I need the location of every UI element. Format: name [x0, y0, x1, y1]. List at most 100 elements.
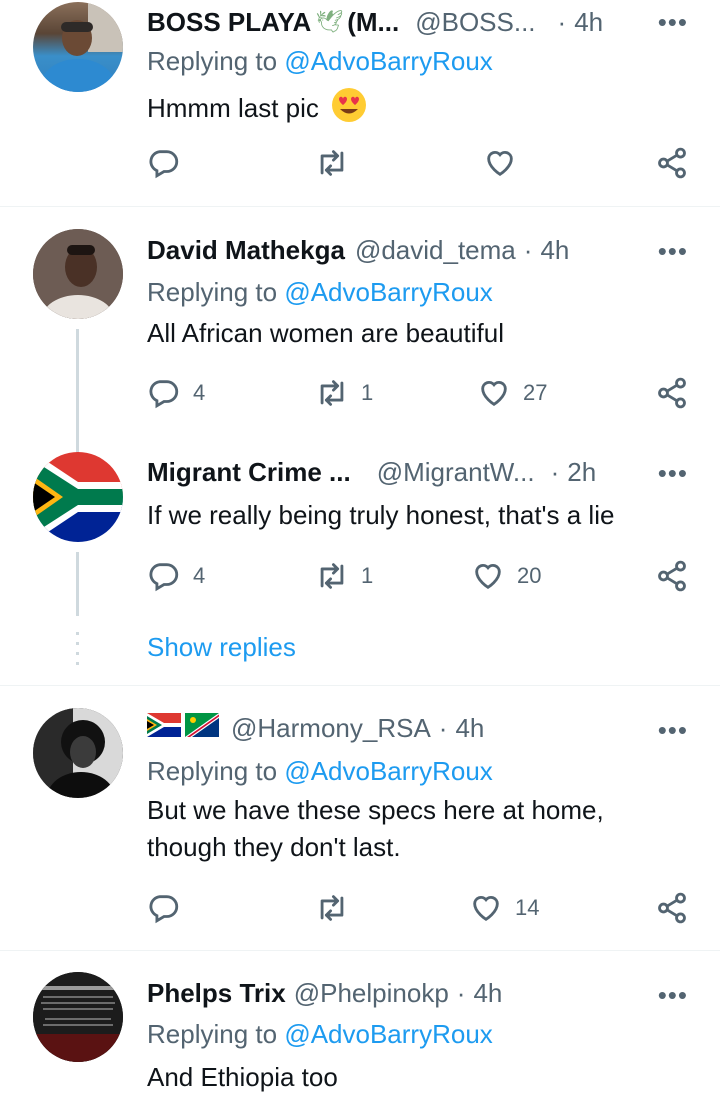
like-count: 20	[517, 563, 542, 588]
avatar[interactable]	[33, 229, 123, 319]
show-replies-link[interactable]: Show replies	[147, 632, 296, 663]
reply-button[interactable]: 4	[147, 375, 205, 411]
like-button[interactable]: 27	[477, 375, 547, 411]
display-name[interactable]: Phelps Trix	[147, 978, 286, 1009]
timestamp[interactable]: 4h	[473, 978, 502, 1009]
reply-button[interactable]	[147, 145, 181, 181]
retweet-count: 1	[361, 380, 374, 405]
reply-button[interactable]	[147, 890, 181, 926]
like-button[interactable]: 14	[469, 890, 539, 926]
more-options-icon[interactable]: •••	[658, 9, 688, 35]
share-icon	[655, 146, 689, 180]
avatar[interactable]	[33, 452, 123, 542]
more-options-icon[interactable]: •••	[658, 238, 688, 264]
tweet-text: And Ethiopia too	[147, 1062, 338, 1092]
avatar[interactable]	[33, 2, 123, 92]
retweet-count: 1	[361, 563, 374, 588]
retweet-icon	[315, 891, 349, 925]
more-options-icon[interactable]: •••	[658, 717, 688, 743]
mention-link[interactable]: @AdvoBarryRoux	[284, 1019, 492, 1049]
tweet-text: But we have these specs here at home, th…	[147, 795, 604, 862]
south-africa-flag-icon	[147, 712, 181, 744]
south-africa-flag-icon	[33, 452, 123, 542]
avatar-photo	[33, 708, 123, 798]
like-icon	[469, 891, 503, 925]
tweet-text: If we really being truly honest, that's …	[147, 500, 615, 530]
tweet-migrant-crime[interactable]: Migrant Crime ... @MigrantW... · 2h ••• …	[0, 440, 720, 685]
tweet-text: Hmmm last pic	[147, 86, 687, 134]
reply-icon	[147, 559, 181, 593]
replying-to: Replying to @AdvoBarryRoux	[147, 1019, 493, 1049]
more-options-icon[interactable]: •••	[658, 982, 688, 1008]
like-icon	[477, 376, 511, 410]
timestamp[interactable]: 2h	[567, 457, 596, 488]
timestamp[interactable]: 4h	[574, 7, 603, 38]
retweet-button[interactable]: 1	[315, 558, 373, 594]
namibia-flag-icon	[185, 712, 219, 744]
retweet-button[interactable]: 1	[315, 375, 373, 411]
avatar[interactable]	[33, 708, 123, 798]
tweet-boss-playa[interactable]: BOSS PLAYA 🕊 (M... @BOSS... · 4h ••• Rep…	[0, 0, 720, 206]
user-handle[interactable]: @Phelpinokp	[294, 978, 449, 1009]
reply-count: 4	[193, 380, 206, 405]
retweet-button[interactable]	[315, 890, 349, 926]
reply-button[interactable]: 4	[147, 558, 205, 594]
share-icon	[655, 891, 689, 925]
avatar-photo	[33, 229, 123, 319]
reply-count: 4	[193, 563, 206, 588]
mention-link[interactable]: @AdvoBarryRoux	[284, 756, 492, 786]
separator: ·	[550, 456, 560, 487]
display-name[interactable]: David Mathekga	[147, 235, 345, 266]
like-count: 14	[515, 895, 540, 920]
share-button[interactable]	[655, 145, 689, 181]
display-name[interactable]: BOSS PLAYA	[147, 7, 311, 38]
like-icon	[483, 146, 517, 180]
thread-line	[76, 552, 79, 616]
dove-emoji-icon: 🕊	[315, 9, 344, 34]
mention-link[interactable]: @AdvoBarryRoux	[284, 277, 492, 307]
user-handle[interactable]: @MigrantW...	[377, 457, 535, 488]
display-name-suffix[interactable]: (M...	[347, 7, 399, 38]
reply-icon	[147, 891, 181, 925]
retweet-icon	[315, 559, 349, 593]
more-options-icon[interactable]: •••	[658, 460, 688, 486]
heart-eyes-emoji-icon	[330, 86, 368, 134]
share-icon	[655, 559, 689, 593]
thread-line	[76, 329, 79, 457]
reply-icon	[147, 146, 181, 180]
replying-to: Replying to @AdvoBarryRoux	[147, 756, 493, 786]
retweet-icon	[315, 376, 349, 410]
retweet-icon	[315, 146, 349, 180]
avatar-photo	[33, 972, 123, 1062]
like-count: 27	[523, 380, 548, 405]
timestamp[interactable]: 4h	[540, 235, 569, 266]
tweet-phelps-trix[interactable]: Phelps Trix @Phelpinokp · 4h ••• Replyin…	[0, 951, 720, 1095]
tweet-david-mathekga[interactable]: David Mathekga @david_tema · 4h ••• Repl…	[0, 207, 720, 457]
avatar[interactable]	[33, 972, 123, 1062]
display-name[interactable]: Migrant Crime ...	[147, 457, 351, 488]
retweet-button[interactable]	[315, 145, 349, 181]
tweet-harmony-rsa[interactable]: @Harmony_RSA · 4h ••• Replying to @AdvoB…	[0, 686, 720, 950]
reply-icon	[147, 376, 181, 410]
separator: ·	[523, 234, 533, 265]
timestamp[interactable]: 4h	[455, 713, 484, 744]
user-handle[interactable]: @BOSS...	[415, 7, 535, 38]
separator: ·	[456, 977, 466, 1008]
like-icon	[471, 559, 505, 593]
avatar-photo	[40, 2, 123, 92]
mention-link[interactable]: @AdvoBarryRoux	[284, 46, 492, 76]
share-button[interactable]	[655, 890, 689, 926]
replying-to: Replying to @AdvoBarryRoux	[147, 277, 493, 307]
thread-dots	[76, 632, 79, 668]
user-handle[interactable]: @Harmony_RSA	[231, 713, 431, 744]
separator: ·	[438, 712, 448, 743]
share-icon	[655, 376, 689, 410]
share-button[interactable]	[655, 375, 689, 411]
tweet-text: All African women are beautiful	[147, 318, 504, 348]
like-button[interactable]: 20	[471, 558, 541, 594]
user-handle[interactable]: @david_tema	[355, 235, 516, 266]
replying-to: Replying to @AdvoBarryRoux	[147, 46, 493, 76]
share-button[interactable]	[655, 558, 689, 594]
separator: ·	[557, 6, 567, 37]
like-button[interactable]	[483, 145, 517, 181]
